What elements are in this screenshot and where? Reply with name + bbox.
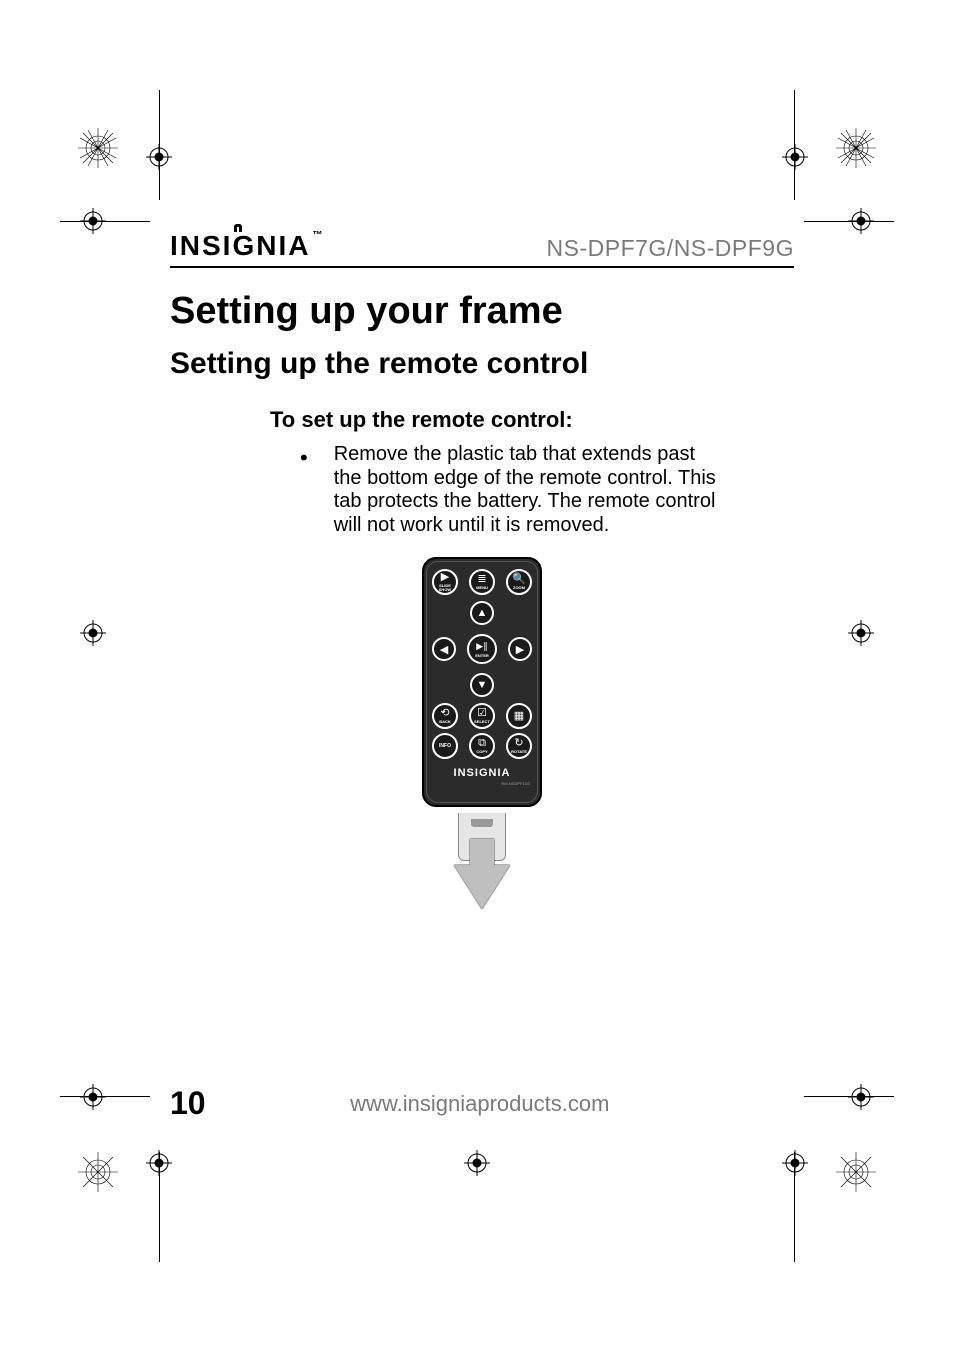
remote-figure: ▶SLIDE SHOW ≣MENU 🔍ZOOM ▲ ▼ ◀ ▶ ▶∥ ENTER… <box>402 557 562 909</box>
section-title: Setting up your frame <box>170 290 794 333</box>
remote-button-label: BACK <box>439 720 451 724</box>
crop-guide <box>794 90 795 200</box>
remote-button-back: ⟲BACK <box>432 703 458 729</box>
section-subtitle: Setting up the remote control <box>170 347 794 381</box>
crop-guide <box>159 1152 160 1262</box>
registration-crosshair-icon <box>80 620 106 646</box>
remote-button-label: MENU <box>476 586 488 590</box>
menu-icon: ≣ <box>477 574 486 585</box>
page-header: INSIGNIA™ NS-DPF7G/NS-DPF9G <box>170 230 794 268</box>
page-number: 10 <box>170 1085 206 1122</box>
crop-guide <box>60 221 150 222</box>
trademark-symbol: ™ <box>312 230 322 241</box>
check-icon: ☑ <box>477 708 487 719</box>
registration-crosshair-icon <box>848 620 874 646</box>
instruction-bullet: • Remove the plastic tab that extends pa… <box>300 443 720 537</box>
remote-button-label: SELECT <box>474 720 490 724</box>
remote-button-rotate: ↻ROTATE <box>506 733 532 759</box>
manual-page: INSIGNIA™ NS-DPF7G/NS-DPF9G Setting up y… <box>0 0 954 1352</box>
remote-model-text: RM-NSDPF10G <box>432 781 532 786</box>
down-arrow-icon <box>454 865 510 909</box>
rotate-icon: ↻ <box>514 738 523 749</box>
back-icon: ⟲ <box>440 708 449 719</box>
registration-sunburst-icon <box>836 1152 876 1192</box>
page-footer: 10 www.insigniaproducts.com <box>170 1085 794 1122</box>
remote-button-label: COPY <box>476 750 487 754</box>
website-url: www.insigniaproducts.com <box>206 1091 754 1117</box>
dpad-left-icon: ◀ <box>432 637 456 661</box>
registration-sunburst-icon <box>78 128 118 168</box>
remote-button-slideshow: ▶SLIDE SHOW <box>432 569 458 595</box>
instruction-text: Remove the plastic tab that extends past… <box>334 443 720 537</box>
brand-logo: INSIGNIA™ <box>170 230 322 262</box>
remote-button-label: INFO <box>439 744 451 749</box>
grid-icon: ▦ <box>514 711 524 722</box>
registration-sunburst-icon <box>78 1152 118 1192</box>
dpad-down-icon: ▼ <box>470 673 494 697</box>
crop-guide <box>159 90 160 200</box>
crop-guide <box>794 1152 795 1262</box>
play-pause-icon: ▶∥ <box>476 641 487 652</box>
registration-crosshair-icon <box>848 1084 874 1110</box>
dpad-enter-button: ▶∥ ENTER <box>467 634 497 664</box>
crop-guide <box>804 221 894 222</box>
remote-button-info: INFO <box>432 733 458 759</box>
remote-button-copy: ⧉COPY <box>469 733 495 759</box>
brand-logo-text: INSIGNIA <box>170 230 310 261</box>
remote-button-zoom: 🔍ZOOM <box>506 569 532 595</box>
remote-brand-logo: INSIGNIA <box>432 767 532 779</box>
copy-icon: ⧉ <box>478 738 486 749</box>
play-icon: ▶ <box>441 572 449 583</box>
dpad-right-icon: ▶ <box>508 637 532 661</box>
remote-button-calendar: ▦ <box>506 703 532 729</box>
remote-button-label: ENTER <box>475 653 489 658</box>
registration-sunburst-icon <box>836 128 876 168</box>
registration-crosshair-icon <box>782 144 808 170</box>
battery-tab-handle <box>471 819 493 827</box>
zoom-icon: 🔍 <box>512 574 526 585</box>
bullet-icon: • <box>300 447 308 537</box>
remote-dpad: ▲ ▼ ◀ ▶ ▶∥ ENTER <box>432 601 532 697</box>
model-number: NS-DPF7G/NS-DPF9G <box>547 235 794 262</box>
registration-crosshair-icon <box>464 1150 490 1176</box>
registration-crosshair-icon <box>782 1150 808 1176</box>
registration-crosshair-icon <box>80 1084 106 1110</box>
remote-button-select: ☑SELECT <box>469 703 495 729</box>
remote-button-menu: ≣MENU <box>469 569 495 595</box>
crop-guide <box>60 1096 150 1097</box>
page-content: INSIGNIA™ NS-DPF7G/NS-DPF9G Setting up y… <box>170 230 794 1122</box>
dpad-up-icon: ▲ <box>470 601 494 625</box>
remote-button-label: SLIDE SHOW <box>439 584 451 592</box>
remote-button-label: ZOOM <box>513 586 525 590</box>
step-heading: To set up the remote control: <box>270 407 794 433</box>
crop-guide <box>804 1096 894 1097</box>
remote-button-label: ROTATE <box>511 750 527 754</box>
remote-control-illustration: ▶SLIDE SHOW ≣MENU 🔍ZOOM ▲ ▼ ◀ ▶ ▶∥ ENTER… <box>422 557 542 807</box>
